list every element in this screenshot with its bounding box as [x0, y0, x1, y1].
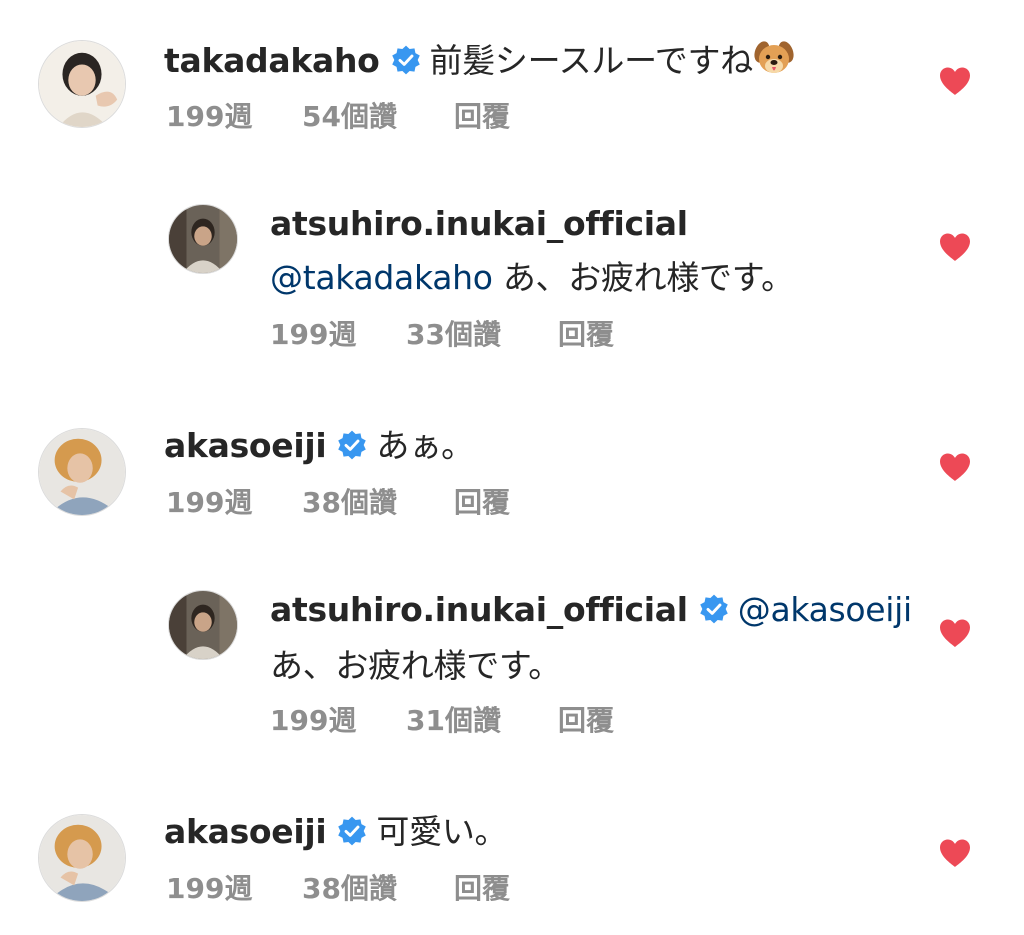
dog-face-icon — [753, 38, 795, 78]
comment-text: あぁ。 — [376, 426, 474, 465]
comment-meta: 199週 38個讚 回覆 — [166, 486, 566, 520]
avatar[interactable] — [38, 814, 126, 902]
comment-likes-count[interactable]: 38個讚 — [302, 872, 397, 906]
reply-button[interactable]: 回覆 — [558, 318, 614, 352]
reply-button[interactable]: 回覆 — [454, 486, 510, 520]
comment-time: 199週 — [166, 486, 253, 519]
avatar-image — [169, 205, 237, 273]
mention-link[interactable]: @akasoeiji — [738, 590, 912, 629]
comment-likes-count[interactable]: 54個讚 — [302, 100, 397, 134]
comment-time: 199週 — [166, 100, 253, 133]
verified-badge-icon — [336, 429, 368, 461]
like-heart-icon[interactable] — [938, 232, 972, 262]
comment-time: 199週 — [270, 318, 357, 351]
avatar-image — [39, 41, 125, 127]
comment-text: 可愛い。 — [376, 812, 508, 851]
avatar[interactable] — [38, 428, 126, 516]
comment-meta: 199週 33個讚 回覆 — [270, 318, 670, 352]
comment-likes-count[interactable]: 38個讚 — [302, 486, 397, 520]
avatar[interactable] — [38, 40, 126, 128]
comment-meta: 199週 31個讚 回覆 — [270, 704, 670, 738]
comment-time: 199週 — [166, 872, 253, 905]
comment-meta: 199週 38個讚 回覆 — [166, 872, 566, 906]
comment-username[interactable]: akasoeiji — [164, 812, 327, 851]
comment-text: あ、お疲れ様です。 — [270, 646, 562, 685]
avatar[interactable] — [168, 590, 238, 660]
verified-badge-icon — [390, 44, 422, 76]
comment-username[interactable]: atsuhiro.inukai_official — [270, 204, 688, 243]
like-heart-icon[interactable] — [938, 618, 972, 648]
verified-badge-icon — [698, 593, 730, 625]
like-heart-icon[interactable] — [938, 452, 972, 482]
reply-button[interactable]: 回覆 — [558, 704, 614, 738]
comment-username[interactable]: atsuhiro.inukai_official — [270, 590, 688, 629]
comment-meta: 199週 54個讚 回覆 — [166, 100, 566, 134]
like-heart-icon[interactable] — [938, 838, 972, 868]
comment-username[interactable]: akasoeiji — [164, 426, 327, 465]
reply-button[interactable]: 回覆 — [454, 872, 510, 906]
avatar-image — [169, 591, 237, 659]
verified-badge-icon — [336, 815, 368, 847]
comment-likes-count[interactable]: 31個讚 — [406, 704, 501, 738]
comment-likes-count[interactable]: 33個讚 — [406, 318, 501, 352]
avatar[interactable] — [168, 204, 238, 274]
mention-link[interactable]: @takadakaho — [270, 258, 493, 297]
avatar-image — [39, 815, 125, 901]
avatar-image — [39, 429, 125, 515]
reply-button[interactable]: 回覆 — [454, 100, 510, 134]
comment-text: 前髪シースルーですね — [429, 41, 754, 80]
comment-time: 199週 — [270, 704, 357, 737]
comment-username[interactable]: takadakaho — [164, 41, 380, 80]
comment-text: あ、お疲れ様です。 — [502, 258, 794, 297]
like-heart-icon[interactable] — [938, 66, 972, 96]
